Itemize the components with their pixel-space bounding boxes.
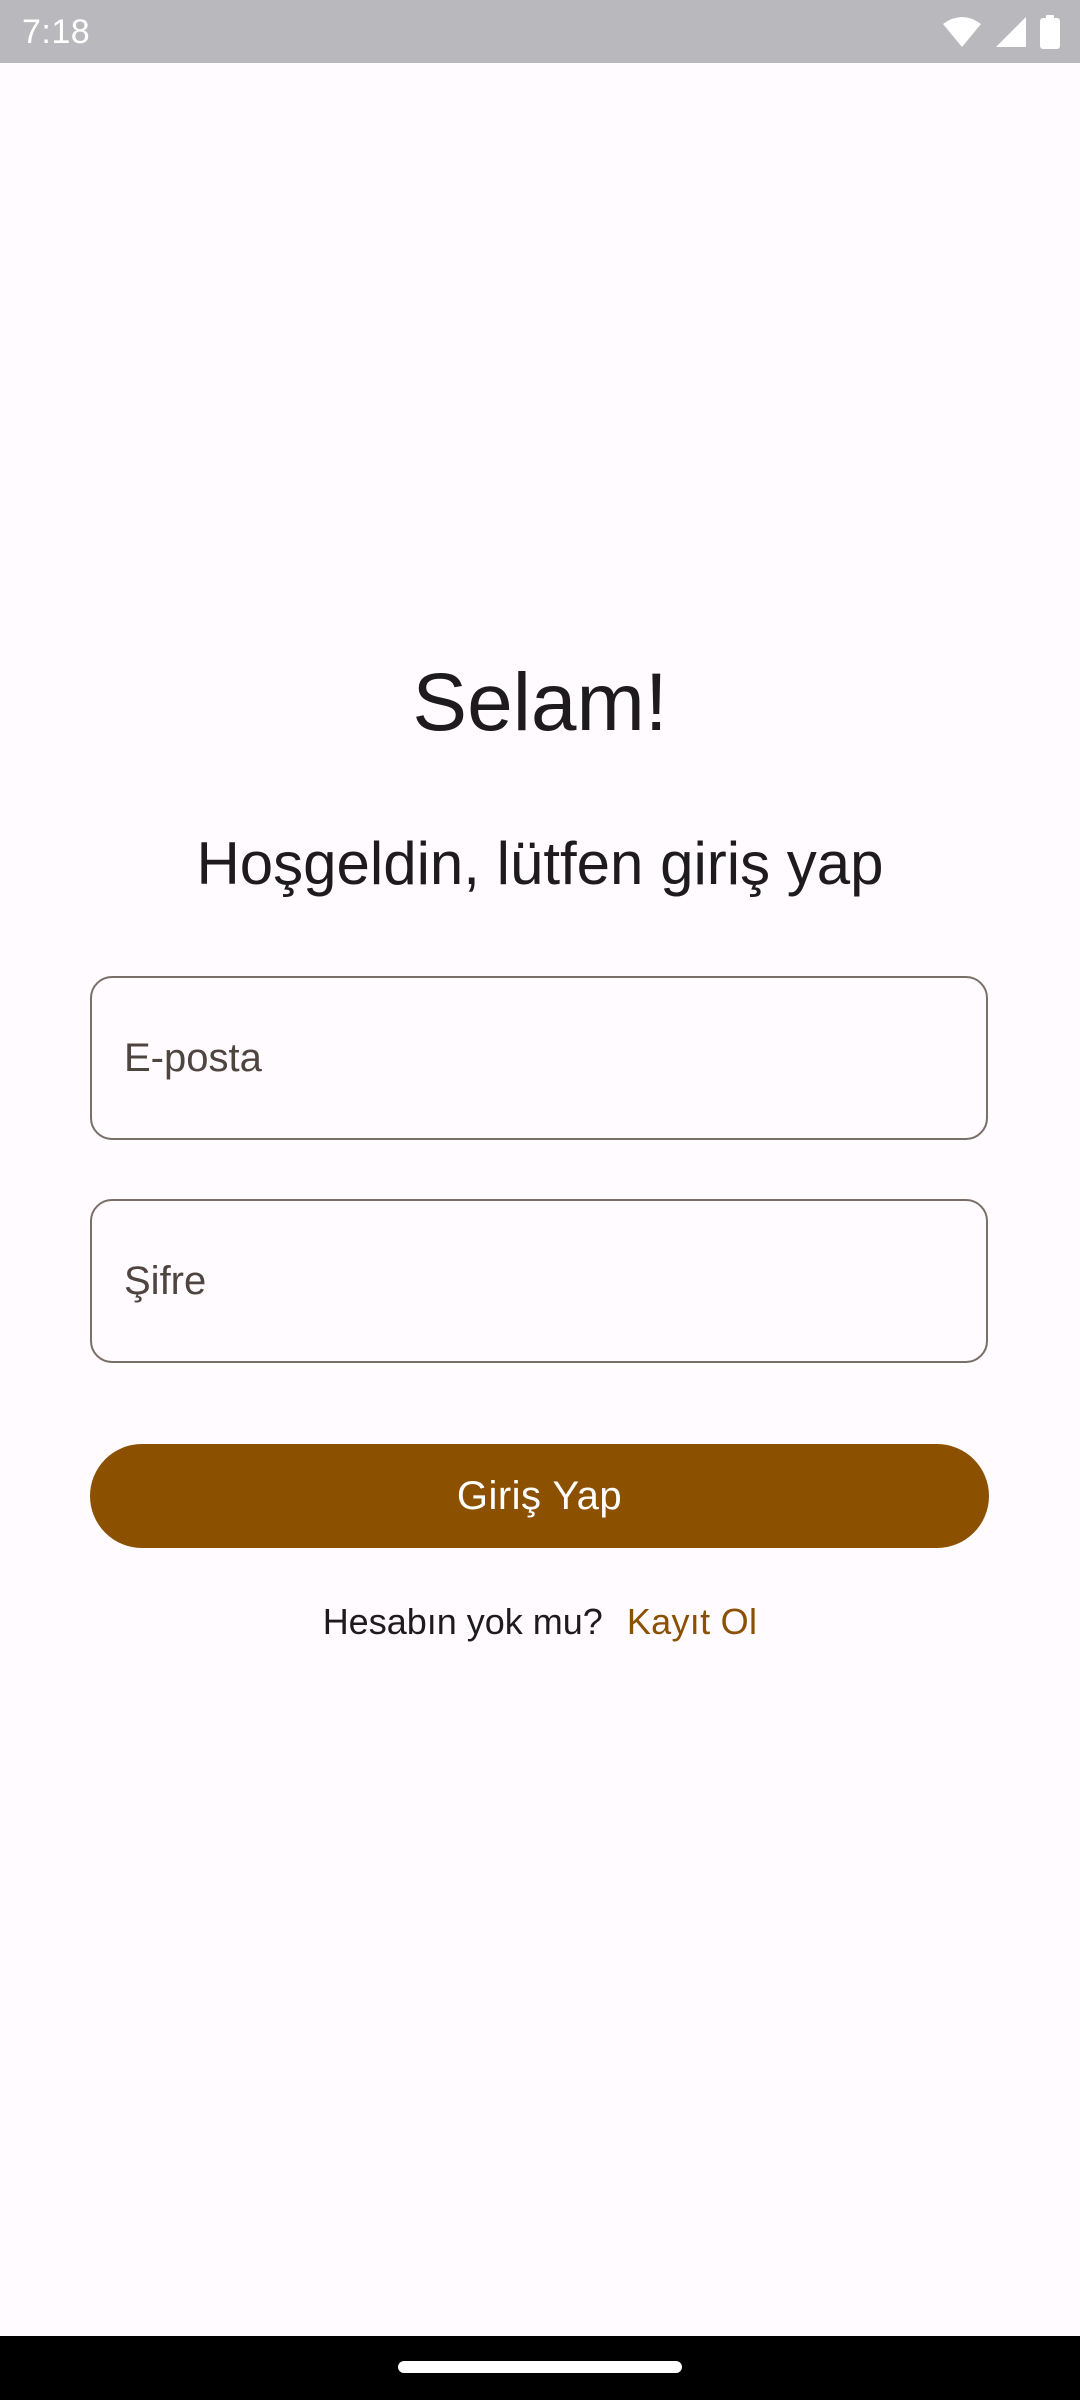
password-input[interactable] <box>92 1201 986 1361</box>
status-icons <box>942 14 1060 50</box>
email-input[interactable] <box>92 978 986 1138</box>
email-field[interactable] <box>90 976 988 1140</box>
status-time: 7:18 <box>22 13 91 51</box>
home-indicator[interactable] <box>398 2361 682 2373</box>
wifi-icon <box>942 16 982 48</box>
page-title: Selam! <box>412 657 668 748</box>
battery-icon <box>1040 15 1060 49</box>
signup-row: Hesabın yok mu? Kayıt Ol <box>0 1594 1080 1650</box>
navigation-bar <box>0 2336 1080 2400</box>
page-subtitle: Hoşgeldin, lütfen giriş yap <box>196 830 884 897</box>
signup-prompt: Hesabın yok mu? <box>322 1601 603 1642</box>
signup-link[interactable]: Kayıt Ol <box>627 1601 757 1643</box>
status-bar: 7:18 <box>0 0 1080 63</box>
login-button[interactable]: Giriş Yap <box>90 1444 989 1548</box>
cell-signal-icon <box>994 16 1028 48</box>
password-field[interactable] <box>90 1199 988 1363</box>
